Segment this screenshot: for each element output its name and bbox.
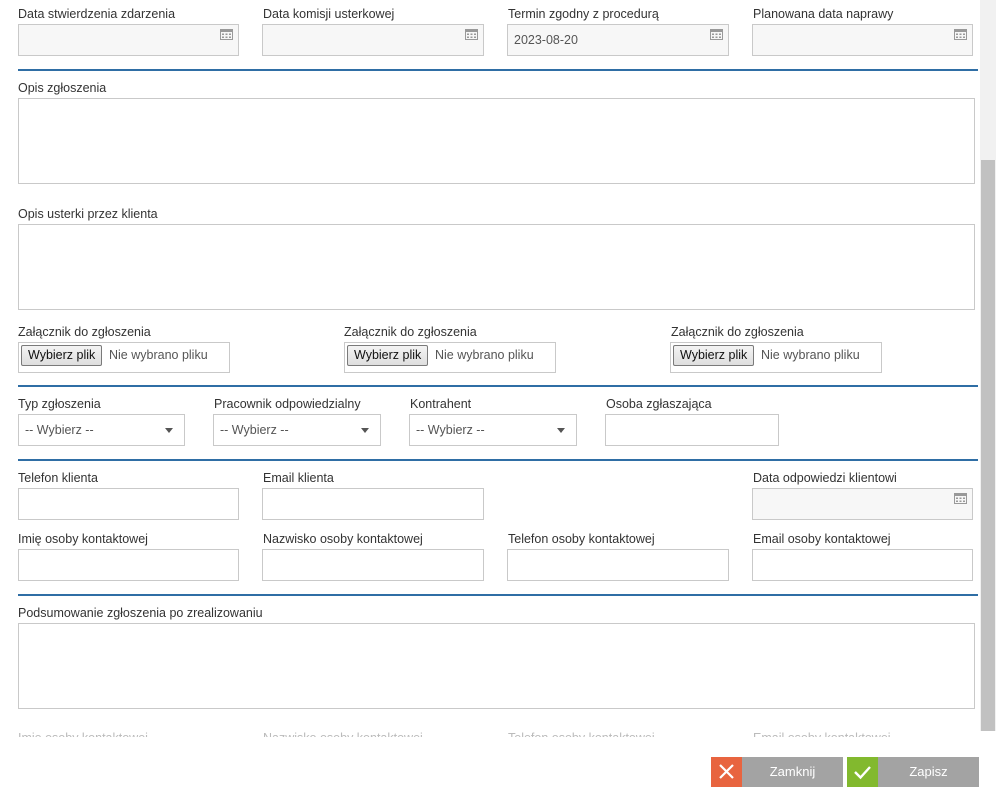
label-email-klienta: Email klienta: [263, 471, 334, 485]
chevron-down-icon: [361, 428, 369, 433]
label-planowana-data: Planowana data naprawy: [753, 7, 894, 21]
label-pracownik: Pracownik odpowiedzialny: [214, 397, 361, 411]
email-kontakt-input[interactable]: [752, 549, 973, 581]
calendar-icon[interactable]: [220, 29, 233, 40]
attachment-input-1[interactable]: Wybierz plik Nie wybrano pliku: [18, 342, 230, 373]
file-status: Nie wybrano pliku: [109, 348, 208, 362]
typ-zgloszenia-value: -- Wybierz --: [25, 423, 94, 437]
faded-label: Email osoby kontaktowej: [753, 731, 891, 737]
telefon-klienta-input[interactable]: [18, 488, 239, 520]
checkmark-icon: [847, 757, 878, 787]
save-button-label: Zapisz: [909, 764, 948, 779]
faded-label: Imię osoby kontaktowej: [18, 731, 148, 737]
typ-zgloszenia-select[interactable]: -- Wybierz --: [18, 414, 185, 446]
scrollbar-thumb[interactable]: [981, 160, 995, 731]
faded-label: Telefon osoby kontaktowej: [508, 731, 655, 737]
choose-file-button[interactable]: Wybierz plik: [21, 345, 103, 366]
section-divider: [18, 459, 978, 461]
label-opis-zgloszenia: Opis zgłoszenia: [18, 81, 107, 95]
label-data-komisji: Data komisji usterkowej: [263, 7, 395, 21]
calendar-icon[interactable]: [954, 29, 967, 40]
faded-label: Nazwisko osoby kontaktowej: [263, 731, 423, 737]
planowana-data-field[interactable]: [752, 24, 973, 56]
kontrahent-select[interactable]: -- Wybierz --: [409, 414, 577, 446]
choose-file-button[interactable]: Wybierz plik: [673, 345, 755, 366]
label-data-odpowiedzi: Data odpowiedzi klientowi: [753, 471, 897, 485]
kontrahent-value: -- Wybierz --: [416, 423, 485, 437]
podsumowanie-textarea[interactable]: [18, 623, 975, 709]
label-podsumowanie: Podsumowanie zgłoszenia po zrealizowaniu: [18, 606, 263, 620]
termin-zgodny-value: 2023-08-20: [514, 33, 578, 47]
label-zalacznik-3: Załącznik do zgłoszenia: [671, 325, 804, 339]
close-button[interactable]: Zamknij: [711, 757, 843, 787]
imie-kontakt-input[interactable]: [18, 549, 239, 581]
osoba-zglaszajaca-input[interactable]: [605, 414, 779, 446]
pracownik-select[interactable]: -- Wybierz --: [213, 414, 381, 446]
data-odpowiedzi-field[interactable]: [752, 488, 973, 520]
section-divider: [18, 594, 978, 596]
section-divider: [18, 385, 978, 387]
chevron-down-icon: [557, 428, 565, 433]
label-opis-usterki: Opis usterki przez klienta: [18, 207, 158, 221]
nazwisko-kontakt-input[interactable]: [262, 549, 484, 581]
pracownik-value: -- Wybierz --: [220, 423, 289, 437]
chevron-down-icon: [165, 428, 173, 433]
label-telefon-klienta: Telefon klienta: [18, 471, 98, 485]
label-zalacznik-2: Załącznik do zgłoszenia: [344, 325, 477, 339]
label-data-stwierdzenia: Data stwierdzenia zdarzenia: [18, 7, 176, 21]
close-icon: [711, 757, 742, 787]
termin-zgodny-field[interactable]: 2023-08-20: [507, 24, 729, 56]
label-telefon-kontakt: Telefon osoby kontaktowej: [508, 532, 655, 546]
choose-file-button[interactable]: Wybierz plik: [347, 345, 429, 366]
label-nazwisko-kontakt: Nazwisko osoby kontaktowej: [263, 532, 423, 546]
opis-usterki-textarea[interactable]: [18, 224, 975, 310]
telefon-kontakt-input[interactable]: [507, 549, 729, 581]
opis-zgloszenia-textarea[interactable]: [18, 98, 975, 184]
attachment-input-3[interactable]: Wybierz plik Nie wybrano pliku: [670, 342, 882, 373]
label-typ-zgloszenia: Typ zgłoszenia: [18, 397, 101, 411]
file-status: Nie wybrano pliku: [435, 348, 534, 362]
data-komisji-field[interactable]: [262, 24, 484, 56]
label-email-kontakt: Email osoby kontaktowej: [753, 532, 891, 546]
label-kontrahent: Kontrahent: [410, 397, 472, 411]
email-klienta-input[interactable]: [262, 488, 484, 520]
save-button[interactable]: Zapisz: [847, 757, 979, 787]
attachment-input-2[interactable]: Wybierz plik Nie wybrano pliku: [344, 342, 556, 373]
section-divider: [18, 69, 978, 71]
calendar-icon[interactable]: [954, 493, 967, 504]
label-osoba-zglaszajaca: Osoba zgłaszająca: [606, 397, 712, 411]
calendar-icon[interactable]: [465, 29, 478, 40]
label-zalacznik-1: Załącznik do zgłoszenia: [18, 325, 151, 339]
label-imie-kontakt: Imię osoby kontaktowej: [18, 532, 148, 546]
close-button-label: Zamknij: [769, 764, 816, 779]
label-termin-zgodny: Termin zgodny z procedurą: [508, 7, 659, 21]
data-stwierdzenia-field[interactable]: [18, 24, 239, 56]
calendar-icon[interactable]: [710, 29, 723, 40]
file-status: Nie wybrano pliku: [761, 348, 860, 362]
